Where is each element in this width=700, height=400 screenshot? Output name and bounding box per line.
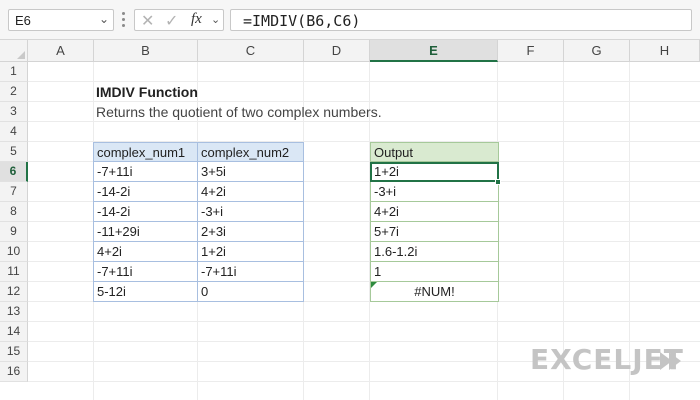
gridline [28,321,700,322]
row-header-8[interactable]: 8 [0,202,28,222]
cancel-icon[interactable]: ✕ [141,11,154,31]
chevron-down-icon[interactable]: ⌄ [211,13,220,26]
insert-function-icon[interactable]: fx [191,11,202,28]
row-header-15[interactable]: 15 [0,342,28,362]
column-header-h[interactable]: H [630,40,700,62]
row-header-9[interactable]: 9 [0,222,28,242]
table-cell[interactable]: 5-12i [93,282,198,302]
row-header-10[interactable]: 10 [0,242,28,262]
fill-handle[interactable] [495,179,501,185]
table-cell[interactable]: -7+11i [93,262,198,282]
table-cell[interactable]: 1+2i [198,242,304,262]
select-all-button[interactable] [0,40,28,62]
row-header-16[interactable]: 16 [0,362,28,382]
formula-bar: E6 ⌄ ✕ ✓ fx ⌄ =IMDIV(B6,C6) [0,0,700,40]
table-cell[interactable]: -3+i [198,202,304,222]
column-header-b[interactable]: B [94,40,198,62]
sheet-title: IMDIV Function [96,84,198,100]
name-box[interactable]: E6 ⌄ [8,9,114,31]
row-header-6[interactable]: 6 [0,162,28,182]
column-header-f[interactable]: F [498,40,564,62]
table-cell[interactable]: 4+2i [93,242,198,262]
exceljet-logo-mark-icon [660,352,681,370]
output-cell[interactable]: 4+2i [370,202,499,222]
row-header-13[interactable]: 13 [0,302,28,322]
column-header-a[interactable]: A [28,40,94,62]
drag-handle-icon[interactable] [122,12,126,28]
row-header-4[interactable]: 4 [0,122,28,142]
active-cell-selection[interactable] [370,162,499,182]
formula-input[interactable]: =IMDIV(B6,C6) [230,9,692,31]
column-header-e[interactable]: E [370,40,498,62]
row-header-7[interactable]: 7 [0,182,28,202]
row-header-11[interactable]: 11 [0,262,28,282]
table-header-complex-num2[interactable]: complex_num2 [198,142,304,162]
output-cell[interactable]: 1 [370,262,499,282]
column-header-d[interactable]: D [304,40,370,62]
output-cell[interactable]: 1.6-1.2i [370,242,499,262]
table-cell[interactable]: 3+5i [198,162,304,182]
table-cell[interactable]: 4+2i [198,182,304,202]
output-cell-error[interactable]: #NUM! [370,282,499,302]
error-indicator-icon[interactable] [371,282,377,288]
row-header-12[interactable]: 12 [0,282,28,302]
row-header-3[interactable]: 3 [0,102,28,122]
row-header-2[interactable]: 2 [0,82,28,102]
gridline [28,381,700,382]
table-cell[interactable]: -7+11i [93,162,198,182]
gridline [28,81,700,82]
row-header-1[interactable]: 1 [0,62,28,82]
table-header-complex-num1[interactable]: complex_num1 [93,142,198,162]
column-header-c[interactable]: C [198,40,304,62]
output-cell[interactable]: -3+i [370,182,499,202]
chevron-down-icon[interactable]: ⌄ [99,12,109,26]
output-cell[interactable]: 5+7i [370,222,499,242]
column-header-g[interactable]: G [564,40,630,62]
table-cell[interactable]: -14-2i [93,182,198,202]
table-cell[interactable]: 2+3i [198,222,304,242]
sheet-subtitle: Returns the quotient of two complex numb… [96,104,382,120]
gridline [28,121,700,122]
formula-controls: ✕ ✓ fx ⌄ [134,9,224,31]
output-header[interactable]: Output [370,142,499,162]
gridline [28,101,700,102]
gridline [28,341,700,342]
check-icon[interactable]: ✓ [165,11,178,31]
table-cell[interactable]: -14-2i [93,202,198,222]
row-header-14[interactable]: 14 [0,322,28,342]
name-box-value: E6 [15,13,31,28]
table-cell[interactable]: 0 [198,282,304,302]
table-cell[interactable]: -11+29i [93,222,198,242]
table-cell[interactable]: -7+11i [198,262,304,282]
row-header-5[interactable]: 5 [0,142,28,162]
formula-text: =IMDIV(B6,C6) [243,12,361,30]
